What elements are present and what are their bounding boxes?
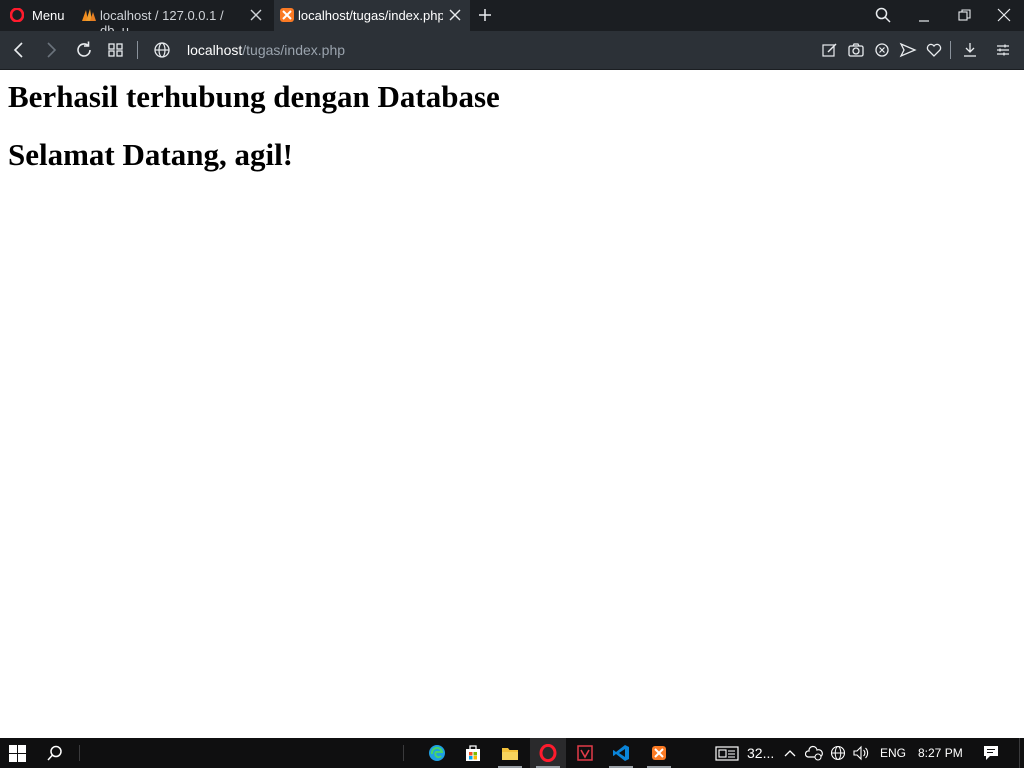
weather-text[interactable]: 32... [747,745,774,761]
xampp-icon [280,8,294,22]
search-tabs-icon[interactable] [874,6,892,24]
forward-arrow-icon[interactable] [40,39,62,61]
taskbar-vscode[interactable] [603,738,639,768]
opera-logo-icon [10,8,24,22]
taskbar-vivaldi[interactable] [567,738,603,768]
opera-menu-button[interactable]: Menu [0,0,72,31]
vivaldi-icon [577,745,593,761]
minimize-icon [919,20,929,22]
taskbar-divider [79,745,80,761]
search-icon[interactable] [46,744,64,762]
toolbar-divider [137,41,138,59]
back-arrow-icon[interactable] [8,39,30,61]
taskbar-edge[interactable] [419,738,455,768]
clock-time[interactable]: 8:27 PM [918,746,963,760]
easy-setup-edit-icon[interactable] [819,39,841,61]
news-weather-icon[interactable] [715,746,739,761]
close-window-button[interactable] [984,0,1024,31]
network-globe-icon[interactable] [830,745,846,761]
camera-icon[interactable] [845,39,867,61]
close-icon [997,8,1011,22]
page-content: Berhasil terhubung dengan Database Selam… [0,70,1024,738]
restore-icon [958,9,971,21]
restore-button[interactable] [944,0,984,31]
taskbar-store[interactable] [455,738,491,768]
tab-title: localhost/tugas/index.php [298,8,443,23]
heart-icon[interactable] [923,39,945,61]
edge-icon [429,745,445,761]
store-icon [466,745,480,761]
address-url[interactable]: localhost/tugas/index.php [187,42,345,58]
language-indicator[interactable]: ENG [880,746,906,760]
adblock-icon[interactable] [871,39,893,61]
taskbar-file-explorer[interactable] [492,738,528,768]
xampp-icon [652,746,666,760]
download-icon[interactable] [959,39,981,61]
tab-strip: Menu localhost / 127.0.0.1 / db_u localh… [0,0,1024,38]
windows-start-icon[interactable] [9,745,26,762]
tab-phpmyadmin[interactable]: localhost / 127.0.0.1 / db_u [76,0,271,38]
vscode-icon [613,745,629,761]
volume-icon[interactable] [852,745,870,761]
onedrive-cloud-icon[interactable] [805,745,823,761]
menu-label: Menu [32,8,65,23]
show-desktop-button[interactable] [1019,738,1020,768]
file-explorer-icon [502,748,518,760]
url-path: /tugas/index.php [242,42,346,58]
connection-status-heading: Berhasil terhubung dengan Database [8,79,500,114]
new-tab-plus-icon[interactable] [476,6,494,24]
toolbar-divider [950,41,951,59]
taskbar-xampp[interactable] [641,738,677,768]
tab-tugas[interactable]: localhost/tugas/index.php [274,0,470,31]
taskbar-divider [403,745,404,761]
windows-taskbar: 32... ENG 8:27 PM [0,738,1024,768]
address-toolbar: localhost/tugas/index.php [0,31,1024,70]
close-icon[interactable] [248,7,264,23]
notification-icon[interactable] [983,745,999,761]
minimize-button[interactable] [904,0,944,31]
send-icon[interactable] [897,39,919,61]
easy-setup-sliders-icon[interactable] [992,39,1014,61]
globe-icon[interactable] [151,39,173,61]
chevron-up-icon[interactable] [783,747,797,759]
speed-dial-grid-icon[interactable] [105,39,127,61]
reload-icon[interactable] [73,39,95,61]
phpmyadmin-icon [82,9,96,21]
taskbar-opera[interactable] [530,738,566,768]
url-host: localhost [187,42,243,58]
welcome-heading: Selamat Datang, agil! [8,137,294,172]
opera-icon [539,744,557,762]
close-icon[interactable] [447,7,463,23]
